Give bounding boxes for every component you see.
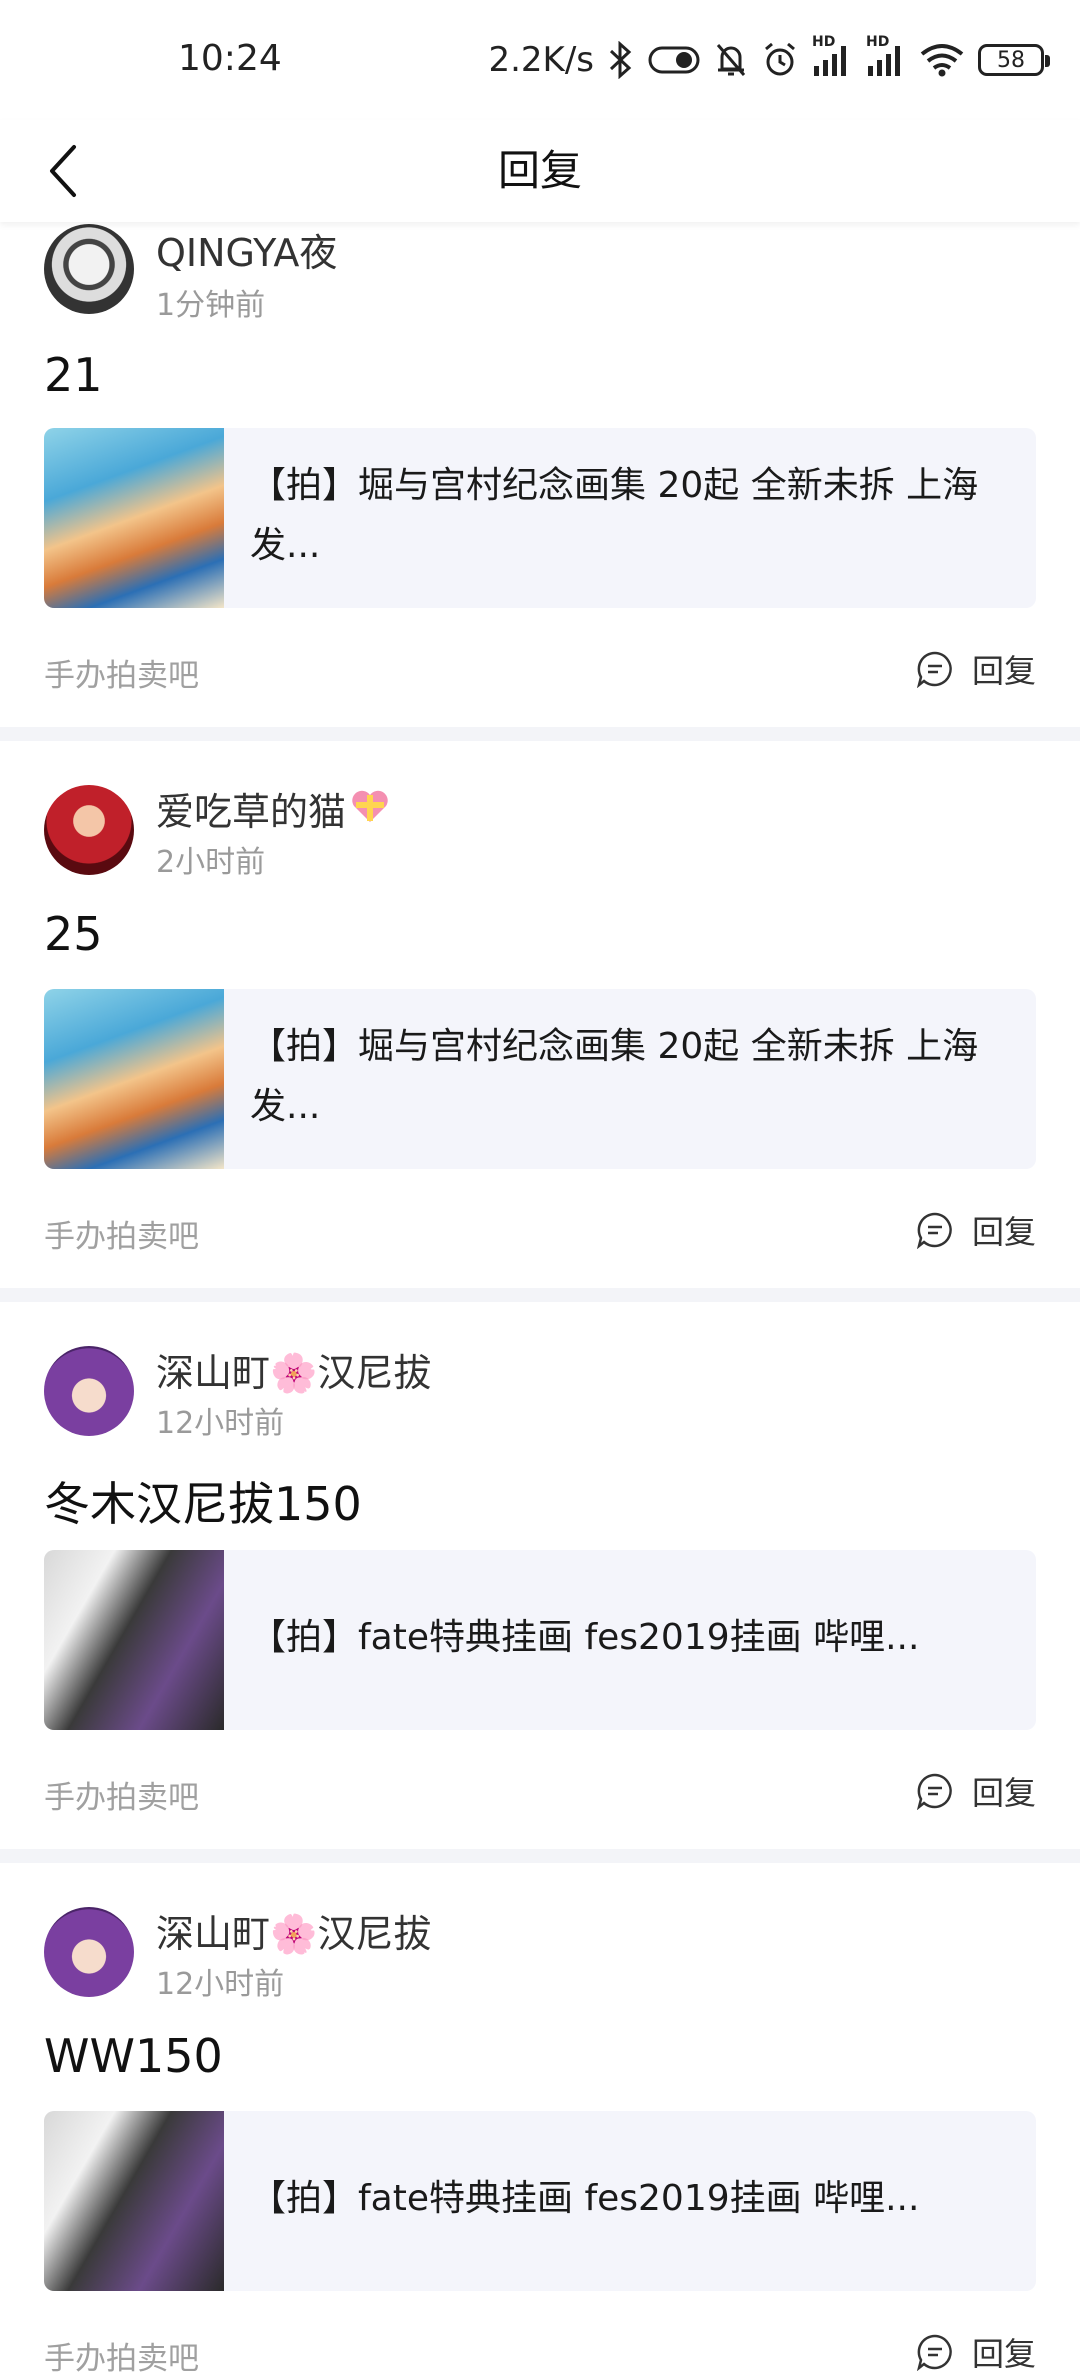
forum-name[interactable]: 手办拍卖吧 [44,650,199,695]
username[interactable]: 深山町🌸汉尼拔 [156,1342,431,1397]
reply-card[interactable]: 爱吃草的猫 2小时前 25 【拍】堀与宫村纪念画集 20起 全新未拆 上海发..… [0,741,1080,1288]
post-thumbnail [44,989,224,1169]
username[interactable]: QINGYA夜 [156,222,337,277]
page-title: 回复 [497,146,582,195]
post-thumbnail [44,2111,224,2291]
avatar[interactable] [44,785,134,875]
reply-time: 2小时前 [156,845,266,880]
reply-button[interactable]: 回复 [916,2329,1036,2375]
reply-card[interactable]: 深山町🌸汉尼拔 12小时前 WW150 【拍】fate特典挂画 fes2019挂… [0,1863,1080,2377]
reply-card[interactable]: QINGYA夜 1分钟前 21 【拍】堀与宫村纪念画集 20起 全新未拆 上海发… [0,222,1080,727]
reply-label: 回复 [971,1213,1036,1251]
signal-icon-2: HD [866,34,906,78]
avatar[interactable] [44,1907,134,1997]
network-speed: 2.2K/s [488,40,594,80]
reply-button[interactable]: 回复 [916,646,1036,692]
toggle-icon [648,44,700,76]
post-thumbnail [44,428,224,608]
reply-time: 1分钟前 [156,288,266,323]
reply-button[interactable]: 回复 [916,1768,1036,1814]
comment-icon [916,1773,952,1810]
post-title: 【拍】fate特典挂画 fes2019挂画 哔哩... [250,1617,920,1658]
status-time: 10:24 [178,38,282,79]
reply-text[interactable]: 冬木汉尼拔150 [44,1468,362,1534]
divider [0,1288,1080,1302]
status-bar: 10:24 2.2K/s HD HD 58 [0,0,1080,120]
forum-name[interactable]: 手办拍卖吧 [44,1772,199,1817]
chevron-left-icon [50,145,76,197]
top-nav-bar: 回复 [0,120,1080,222]
post-title: 【拍】fate特典挂画 fes2019挂画 哔哩... [250,2178,920,2219]
bluetooth-icon [608,41,634,79]
forum-name[interactable]: 手办拍卖吧 [44,1211,199,1256]
post-title: 【拍】堀与宫村纪念画集 20起 全新未拆 上海发... [250,465,979,566]
original-post-preview[interactable]: 【拍】堀与宫村纪念画集 20起 全新未拆 上海发... [44,428,1036,608]
original-post-preview[interactable]: 【拍】fate特典挂画 fes2019挂画 哔哩... [44,1550,1036,1730]
reply-text[interactable]: WW150 [44,2029,223,2083]
reply-text[interactable]: 21 [44,348,103,402]
username[interactable]: 深山町🌸汉尼拔 [156,1903,431,1958]
avatar[interactable] [44,1346,134,1436]
username[interactable]: 爱吃草的猫 [156,781,390,836]
reply-time: 12小时前 [156,1406,285,1441]
reply-text[interactable]: 25 [44,907,103,961]
reply-time: 12小时前 [156,1967,285,2002]
heart-gift-icon [350,789,390,834]
mute-bell-icon [714,41,748,79]
status-icons: 2.2K/s HD HD 58 [488,34,1050,84]
post-title: 【拍】堀与宫村纪念画集 20起 全新未拆 上海发... [250,1026,979,1127]
comment-icon [916,651,952,688]
reply-label: 回复 [971,652,1036,690]
signal-icon-1: HD [812,34,852,78]
avatar[interactable] [44,224,134,314]
comment-icon [916,1212,952,1249]
post-thumbnail [44,1550,224,1730]
original-post-preview[interactable]: 【拍】fate特典挂画 fes2019挂画 哔哩... [44,2111,1036,2291]
original-post-preview[interactable]: 【拍】堀与宫村纪念画集 20起 全新未拆 上海发... [44,989,1036,1169]
divider [0,727,1080,741]
reply-card[interactable]: 深山町🌸汉尼拔 12小时前 冬木汉尼拔150 【拍】fate特典挂画 fes20… [0,1302,1080,1849]
reply-label: 回复 [971,2335,1036,2373]
back-button[interactable] [44,128,114,214]
comment-icon [916,2334,952,2371]
wifi-icon [920,42,964,78]
alarm-icon [762,41,798,79]
battery-icon: 58 [978,44,1050,76]
divider [0,1849,1080,1863]
reply-button[interactable]: 回复 [916,1207,1036,1253]
reply-label: 回复 [971,1774,1036,1812]
